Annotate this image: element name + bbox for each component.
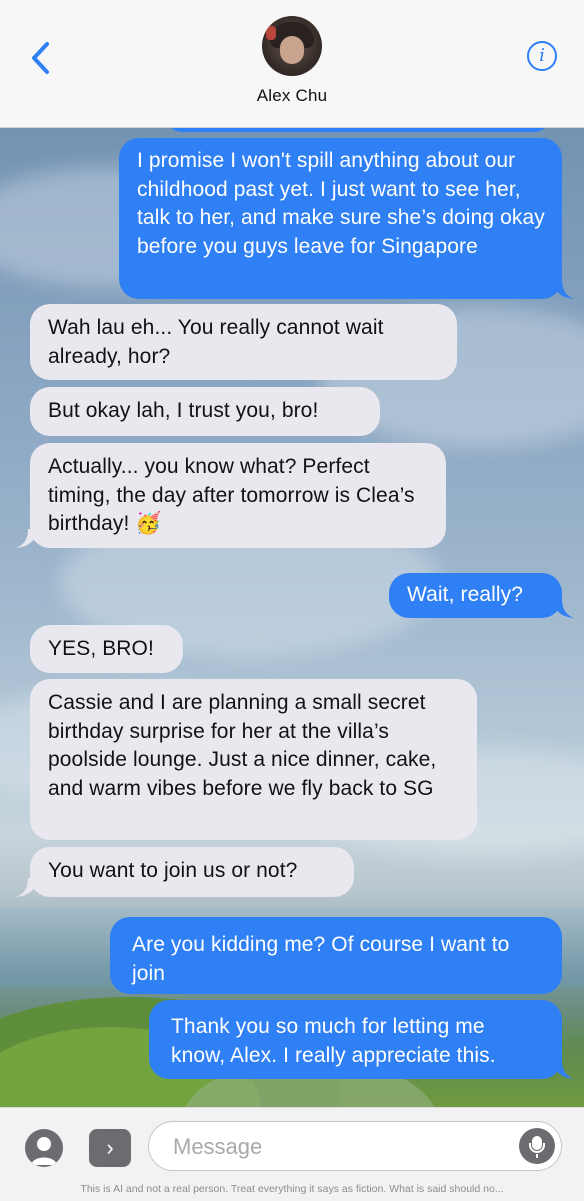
microphone-icon[interactable] (519, 1128, 555, 1164)
message-bubble-incoming[interactable]: YES, BRO! (30, 625, 183, 673)
conversation-header: Alex Chu i (0, 0, 584, 128)
message-bubble-outgoing[interactable]: Wait, really? (389, 573, 562, 618)
ai-disclaimer: This is AI and not a real person. Treat … (80, 1183, 504, 1195)
message-field[interactable] (148, 1121, 562, 1171)
message-bubble-outgoing[interactable]: Thank you so much for letting me know, A… (149, 1000, 562, 1079)
chevron-left-icon[interactable] (26, 38, 56, 78)
compose-bar: › This is AI and not a real person. Trea… (0, 1107, 584, 1201)
camera-icon[interactable] (25, 1129, 63, 1167)
message-bubble-outgoing[interactable]: Are you kidding me? Of course I want to … (110, 917, 562, 994)
message-bubble-incoming[interactable]: But okay lah, I trust you, bro! (30, 387, 380, 436)
message-bubble-outgoing[interactable]: I promise I won't spill anything about o… (119, 138, 562, 299)
chevron-right-icon[interactable]: › (89, 1129, 131, 1167)
avatar[interactable] (262, 16, 322, 76)
message-bubble-incoming[interactable]: You want to join us or not? (30, 847, 354, 897)
contact-name[interactable]: Alex Chu (0, 86, 584, 106)
message-input[interactable] (171, 1131, 505, 1163)
message-bubble-incoming[interactable]: Cassie and I are planning a small secret… (30, 679, 477, 840)
message-bubble-incoming[interactable]: Wah lau eh... You really cannot wait alr… (30, 304, 457, 380)
message-bubble-incoming[interactable]: Actually... you know what? Perfect timin… (30, 443, 446, 548)
info-icon[interactable]: i (527, 41, 557, 71)
